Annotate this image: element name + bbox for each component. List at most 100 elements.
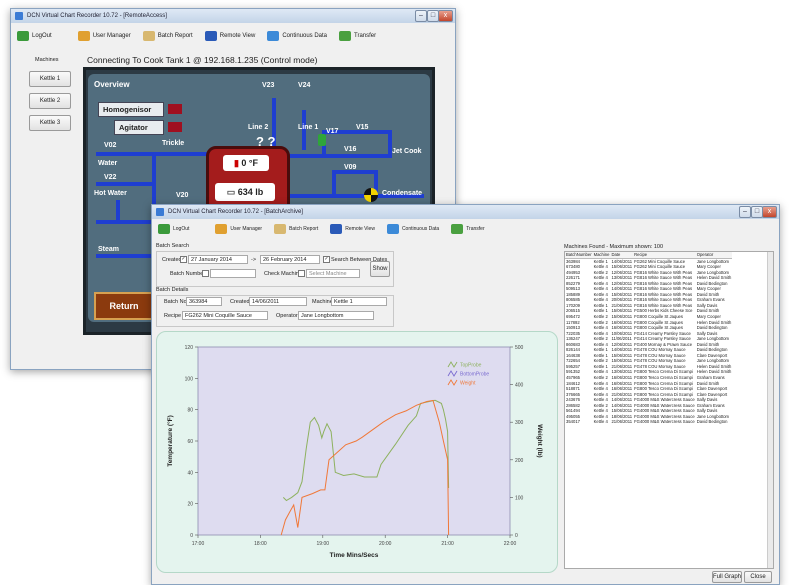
pipe xyxy=(278,154,388,158)
valve-v20-label: V20 xyxy=(176,192,189,199)
show-button[interactable]: Show xyxy=(370,261,390,277)
pipe xyxy=(96,182,156,186)
batch-results-table[interactable]: BatchNumber Machine Date Recipe Operator 363… xyxy=(564,251,774,569)
agitator-status[interactable] xyxy=(168,122,182,132)
steam-label: Steam xyxy=(98,246,120,253)
table-cell: Kettle 4 xyxy=(593,397,608,403)
table-row[interactable]: 354017 Kettle 4 21/06/2011 FG4000 M&S Water… xyxy=(565,419,732,425)
valve-v09-label: V09 xyxy=(344,164,357,171)
column-header[interactable]: BatchNumber xyxy=(565,252,593,259)
valve-v16-label: V16 xyxy=(344,146,357,153)
recipe-field[interactable]: FG262 Mini Coquille Sauce xyxy=(182,311,268,320)
batch-number-label: Batch Number xyxy=(170,271,206,277)
x-tick-label: 17:00 xyxy=(192,541,205,547)
batch-report-label: Batch Report xyxy=(157,33,193,39)
table-cell: Kettle 2 xyxy=(593,314,608,320)
y2-tick-label: 300 xyxy=(515,420,524,426)
table-cell: 16/06/2011 xyxy=(611,325,633,331)
table-cell: FG816 White Sauce With Peas xyxy=(634,286,693,292)
check-machine-checkbox[interactable] xyxy=(298,270,305,277)
machine-kettle-3-button[interactable]: Kettle 3 xyxy=(29,115,71,131)
front-window-titlebar[interactable]: DCN Virtual Chart Recorder 10.72 - [Batc… xyxy=(152,205,779,219)
close-icon[interactable]: x xyxy=(438,10,453,22)
connection-status: Connecting To Cook Tank 1 @ 192.168.1.23… xyxy=(87,55,318,65)
y-tick-label: 80 xyxy=(187,408,193,414)
valve-v17-label: V17 xyxy=(326,128,339,135)
minimize-icon[interactable]: – xyxy=(415,10,427,22)
date-to-field[interactable]: 26 February 2014 xyxy=(260,255,320,264)
pump-icon[interactable] xyxy=(364,188,378,202)
scale-icon: ▭ xyxy=(226,187,236,197)
user-manager-button[interactable]: User Manager xyxy=(77,31,131,41)
machines-label: Machines xyxy=(35,57,59,63)
y-tick-label: 120 xyxy=(185,345,194,351)
report-icon xyxy=(274,224,287,234)
continuous-data-icon xyxy=(267,31,280,41)
table-cell: 15/06/2011 xyxy=(611,264,633,270)
homogenisor-status[interactable] xyxy=(168,104,182,114)
temperature-display: ▮ 0 °F xyxy=(223,155,269,171)
remote-view-icon xyxy=(204,31,217,41)
user-manager-button[interactable]: User Manager xyxy=(215,224,262,234)
created-checkbox[interactable]: ✓ xyxy=(180,256,187,263)
return-button[interactable]: Return xyxy=(94,292,154,320)
batch-report-button[interactable]: Batch Report xyxy=(142,31,193,41)
to-arrow: -> xyxy=(251,257,257,263)
x-tick-label: 18:00 xyxy=(254,541,267,547)
check-machine-label: Check Machine xyxy=(264,271,302,277)
y2-tick-label: 0 xyxy=(515,533,518,539)
temperature-weight-chart: 0 20 40 60 80 100 120 0 100 200 300 400 500 17:00 18:0… xyxy=(166,345,543,559)
valve-v17[interactable] xyxy=(318,134,326,146)
table-cell: 14/06/2011 xyxy=(611,286,633,292)
full-graph-button[interactable]: Full Graph xyxy=(712,571,742,583)
column-header[interactable]: Machine xyxy=(592,252,611,259)
machine-field[interactable]: Kettle 1 xyxy=(331,297,387,306)
remote-view-button[interactable]: Remote View xyxy=(204,31,255,41)
transfer-button[interactable]: Transfer xyxy=(339,31,376,41)
scrollbar[interactable] xyxy=(767,252,773,568)
thermometer-icon: ▮ xyxy=(233,158,239,168)
machine-kettle-2-button[interactable]: Kettle 2 xyxy=(29,93,71,109)
table-cell: 13/06/2011 xyxy=(611,275,633,281)
logout-button[interactable]: LogOut xyxy=(17,31,52,41)
table-cell: Kettle 4 xyxy=(593,419,608,425)
remote-view-button[interactable]: Remote View xyxy=(330,224,375,234)
batch-report-button[interactable]: Batch Report xyxy=(274,224,318,234)
x-tick-label: 19:00 xyxy=(317,541,330,547)
logout-button[interactable]: LogOut xyxy=(158,224,189,234)
temperature-value: 0 °F xyxy=(241,158,259,168)
details-created-field[interactable]: 14/06/2011 xyxy=(249,297,307,306)
close-icon[interactable]: x xyxy=(762,206,777,218)
minimize-icon[interactable]: – xyxy=(739,206,751,218)
batch-no-label: Batch No xyxy=(164,299,187,305)
table-cell: Kettle 4 xyxy=(593,275,608,281)
pipe xyxy=(116,200,120,224)
transfer-button[interactable]: Transfer xyxy=(451,224,485,234)
operator-field[interactable]: Jane Longbottom xyxy=(298,311,374,320)
valve-v15-label: V15 xyxy=(356,124,369,131)
continuous-data-button[interactable]: Continuous Data xyxy=(386,224,439,234)
batch-no-field[interactable]: 363984 xyxy=(186,297,222,306)
results-grid: BatchNumber Machine Date Recipe Operator 363… xyxy=(565,252,733,425)
machines-found-label: Machines Found - Maximum shown: 100 xyxy=(564,244,664,250)
users-icon xyxy=(215,224,228,234)
valve-v22-label: V22 xyxy=(104,174,117,181)
overview-label: Overview xyxy=(94,80,130,89)
close-button[interactable]: Close xyxy=(744,571,772,583)
select-machine-dropdown[interactable]: Select Machine xyxy=(306,269,360,278)
logout-label: LogOut xyxy=(32,33,52,39)
x-tick-label: 21:00 xyxy=(441,541,454,547)
continuous-data-button[interactable]: Continuous Data xyxy=(267,31,327,41)
batch-number-field[interactable] xyxy=(210,269,256,278)
table-cell: FG816 White Sauce With Peas xyxy=(634,275,693,281)
table-cell: Jane Longbottom xyxy=(696,336,730,342)
search-between-dates-checkbox[interactable]: ✓ xyxy=(323,256,330,263)
line-2-label: Line 2 xyxy=(248,124,269,131)
back-window-titlebar[interactable]: DCN Virtual Chart Recorder 10.72 - [Remo… xyxy=(11,9,455,23)
table-cell: 21/06/2011 xyxy=(611,419,633,425)
machine-kettle-1-button[interactable]: Kettle 1 xyxy=(29,71,71,87)
batch-number-checkbox[interactable] xyxy=(202,270,209,277)
hot-water-label: Hot Water xyxy=(94,190,127,197)
date-from-field[interactable]: 27 January 2014 xyxy=(188,255,248,264)
y-axis-label: Temperature (°F) xyxy=(166,415,174,467)
